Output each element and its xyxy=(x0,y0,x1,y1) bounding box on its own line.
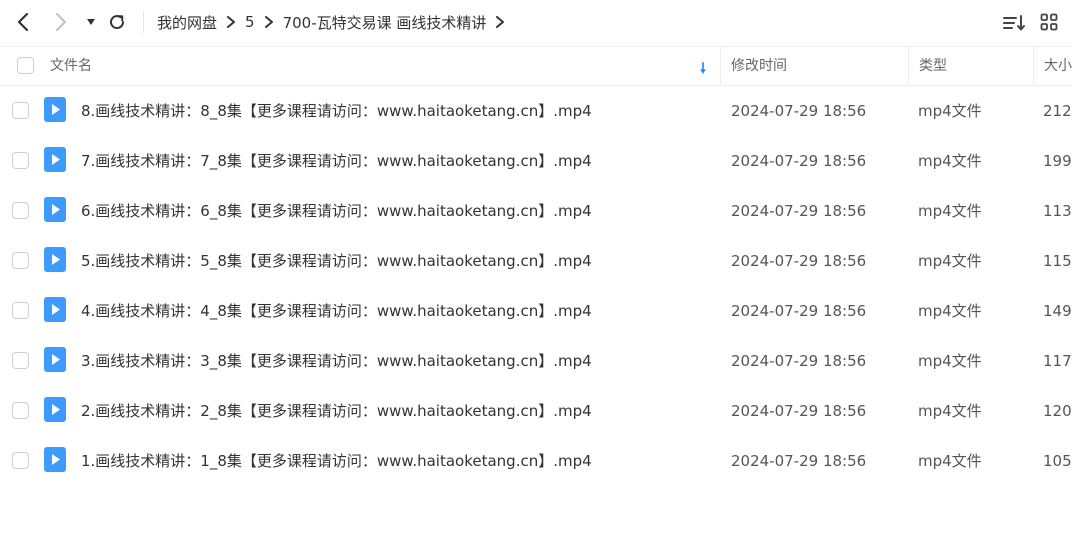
video-file-icon xyxy=(44,447,66,472)
file-row[interactable]: 3.画线技术精讲：3_8集【更多课程请访问：www.haitaoketang.c… xyxy=(0,336,1072,386)
file-type: mp4文件 xyxy=(918,102,982,120)
breadcrumb-chevron-icon xyxy=(264,11,274,33)
column-resize-handle[interactable] xyxy=(720,47,721,85)
video-file-icon xyxy=(44,97,66,122)
caret-down-icon xyxy=(87,19,95,25)
row-checkbox[interactable] xyxy=(12,452,29,469)
column-header-size[interactable]: 大小 xyxy=(1044,47,1072,85)
file-modified-time: 2024-07-29 18:56 xyxy=(731,152,867,170)
column-resize-handle[interactable] xyxy=(1033,47,1034,85)
video-file-icon xyxy=(44,247,66,272)
grid-view-icon xyxy=(1040,13,1058,31)
file-type: mp4文件 xyxy=(918,402,982,420)
file-row[interactable]: 7.画线技术精讲：7_8集【更多课程请访问：www.haitaoketang.c… xyxy=(0,136,1072,186)
breadcrumb-chevron-icon xyxy=(226,11,236,33)
file-name[interactable]: 1.画线技术精讲：1_8集【更多课程请访问：www.haitaoketang.c… xyxy=(81,436,592,486)
breadcrumb-chevron-icon[interactable] xyxy=(495,11,505,33)
file-row[interactable]: 2.画线技术精讲：2_8集【更多课程请访问：www.haitaoketang.c… xyxy=(0,386,1072,436)
file-modified-time: 2024-07-29 18:56 xyxy=(731,202,867,220)
file-size: 113. xyxy=(1043,202,1072,220)
row-checkbox[interactable] xyxy=(12,402,29,419)
file-modified-time: 2024-07-29 18:56 xyxy=(731,102,867,120)
column-resize-handle[interactable] xyxy=(908,47,909,85)
file-name[interactable]: 7.画线技术精讲：7_8集【更多课程请访问：www.haitaoketang.c… xyxy=(81,136,592,186)
file-name[interactable]: 2.画线技术精讲：2_8集【更多课程请访问：www.haitaoketang.c… xyxy=(81,386,592,436)
sort-button[interactable] xyxy=(1002,13,1026,35)
file-modified-time: 2024-07-29 18:56 xyxy=(731,252,867,270)
file-row[interactable]: 8.画线技术精讲：8_8集【更多课程请访问：www.haitaoketang.c… xyxy=(0,86,1072,136)
file-type: mp4文件 xyxy=(918,452,982,470)
row-checkbox[interactable] xyxy=(12,352,29,369)
file-size: 149. xyxy=(1043,302,1072,320)
breadcrumb-item-root[interactable]: 我的网盘 xyxy=(157,12,217,33)
file-type: mp4文件 xyxy=(918,152,982,170)
video-file-icon xyxy=(44,397,66,422)
file-row[interactable]: 4.画线技术精讲：4_8集【更多课程请访问：www.haitaoketang.c… xyxy=(0,286,1072,336)
back-button[interactable] xyxy=(10,8,36,36)
file-list-header: 文件名 🠗 修改时间 类型 大小 xyxy=(0,46,1072,86)
file-name[interactable]: 4.画线技术精讲：4_8集【更多课程请访问：www.haitaoketang.c… xyxy=(81,286,592,336)
file-row[interactable]: 6.画线技术精讲：6_8集【更多课程请访问：www.haitaoketang.c… xyxy=(0,186,1072,236)
column-header-name[interactable]: 文件名 xyxy=(50,47,92,85)
row-checkbox[interactable] xyxy=(12,302,29,319)
select-all-checkbox[interactable] xyxy=(17,57,34,74)
video-file-icon xyxy=(44,147,66,172)
sort-list-icon xyxy=(1003,15,1025,31)
file-size: 117. xyxy=(1043,352,1072,370)
column-header-type[interactable]: 类型 xyxy=(919,47,947,85)
file-type: mp4文件 xyxy=(918,352,982,370)
file-modified-time: 2024-07-29 18:56 xyxy=(731,452,867,470)
breadcrumb: 我的网盘 5 700-瓦特交易课 画线技术精讲 xyxy=(157,11,514,33)
refresh-button[interactable] xyxy=(104,8,130,36)
file-size: 120. xyxy=(1043,402,1072,420)
file-modified-time: 2024-07-29 18:56 xyxy=(731,352,867,370)
file-name[interactable]: 5.画线技术精讲：5_8集【更多课程请访问：www.haitaoketang.c… xyxy=(81,236,592,286)
file-type: mp4文件 xyxy=(918,202,982,220)
breadcrumb-item-current[interactable]: 700-瓦特交易课 画线技术精讲 xyxy=(283,12,487,33)
row-checkbox[interactable] xyxy=(12,252,29,269)
toolbar: 我的网盘 5 700-瓦特交易课 画线技术精讲 xyxy=(0,0,1072,46)
sort-descending-icon[interactable]: 🠗 xyxy=(700,58,706,82)
row-checkbox[interactable] xyxy=(12,152,29,169)
video-file-icon xyxy=(44,197,66,222)
chevron-right-icon xyxy=(55,12,67,32)
file-size: 115. xyxy=(1043,252,1072,270)
file-name[interactable]: 6.画线技术精讲：6_8集【更多课程请访问：www.haitaoketang.c… xyxy=(81,186,592,236)
file-type: mp4文件 xyxy=(918,302,982,320)
row-checkbox[interactable] xyxy=(12,102,29,119)
toolbar-divider xyxy=(143,11,144,33)
file-row[interactable]: 5.画线技术精讲：5_8集【更多课程请访问：www.haitaoketang.c… xyxy=(0,236,1072,286)
file-name[interactable]: 3.画线技术精讲：3_8集【更多课程请访问：www.haitaoketang.c… xyxy=(81,336,592,386)
video-file-icon xyxy=(44,297,66,322)
row-checkbox[interactable] xyxy=(12,202,29,219)
breadcrumb-item-folder[interactable]: 5 xyxy=(245,13,255,31)
file-type: mp4文件 xyxy=(918,252,982,270)
file-modified-time: 2024-07-29 18:56 xyxy=(731,302,867,320)
file-size: 212. xyxy=(1043,102,1072,120)
file-size: 199. xyxy=(1043,152,1072,170)
history-dropdown-button[interactable] xyxy=(82,8,100,36)
file-modified-time: 2024-07-29 18:56 xyxy=(731,402,867,420)
forward-button[interactable] xyxy=(48,8,74,36)
file-list: 8.画线技术精讲：8_8集【更多课程请访问：www.haitaoketang.c… xyxy=(0,86,1072,486)
column-header-time[interactable]: 修改时间 xyxy=(731,47,787,85)
file-name[interactable]: 8.画线技术精讲：8_8集【更多课程请访问：www.haitaoketang.c… xyxy=(81,86,592,136)
grid-view-button[interactable] xyxy=(1040,13,1060,35)
chevron-left-icon xyxy=(17,12,29,32)
video-file-icon xyxy=(44,347,66,372)
file-row[interactable]: 1.画线技术精讲：1_8集【更多课程请访问：www.haitaoketang.c… xyxy=(0,436,1072,486)
file-size: 105. xyxy=(1043,452,1072,470)
refresh-icon xyxy=(110,15,125,30)
